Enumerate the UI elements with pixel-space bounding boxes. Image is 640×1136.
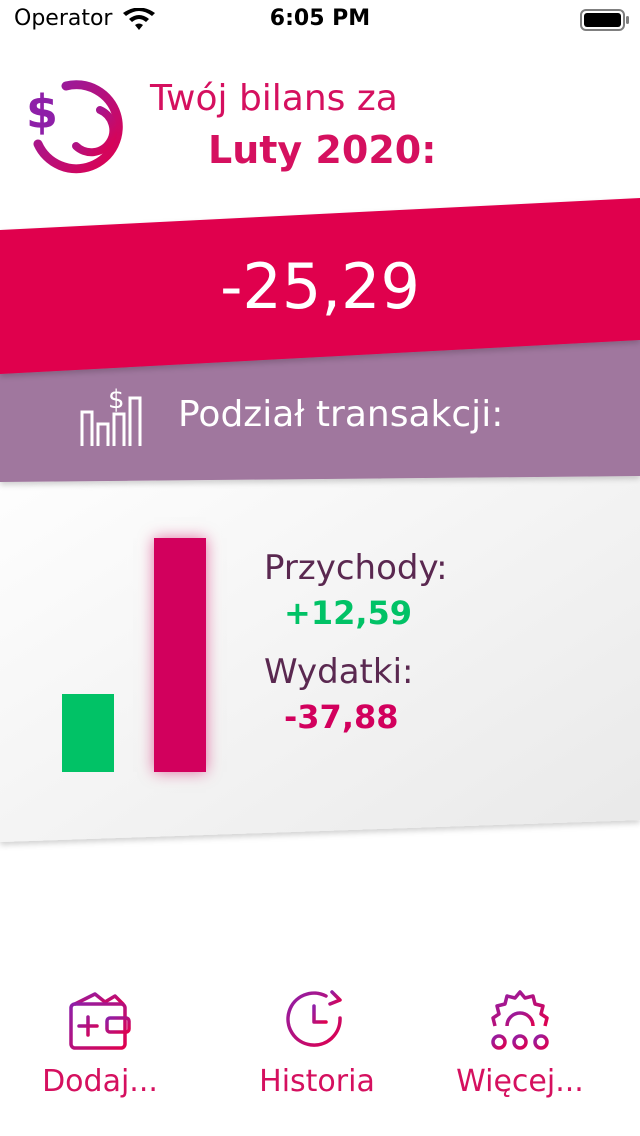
balance-amount: -25,29 [220,250,420,323]
nav-history-button[interactable]: Historia [217,982,417,1112]
expense-value: -37,88 [284,698,399,736]
balance-period: Luty 2020: [208,128,437,172]
battery-icon [580,9,629,31]
nav-more-button[interactable]: Więcej... [420,982,620,1112]
gear-more-icon [491,990,549,1050]
nav-add-button[interactable]: Dodaj... [0,982,200,1112]
svg-text:$: $ [26,85,58,139]
nav-add-label: Dodaj... [42,1064,158,1099]
transactions-chart-icon: $ [80,385,142,446]
status-bar: Operator 6:05 PM [0,0,640,40]
nav-history-label: Historia [259,1064,375,1099]
clock: 6:05 PM [269,6,371,31]
balance-logo-icon: $ [26,80,123,174]
income-label: Przychody: [264,548,448,588]
expense-label: Wydatki: [264,652,414,692]
svg-text:$: $ [108,385,125,415]
balance-title: Twój bilans za [150,78,398,119]
wallet-add-icon [69,992,131,1050]
chart-bar-expense [154,538,206,772]
nav-more-label: Więcej... [456,1064,584,1099]
history-clock-icon [286,990,342,1047]
chart-bar-income [62,694,114,772]
breakdown-title: Podział transakcji: [178,394,504,435]
income-value: +12,59 [284,594,413,632]
